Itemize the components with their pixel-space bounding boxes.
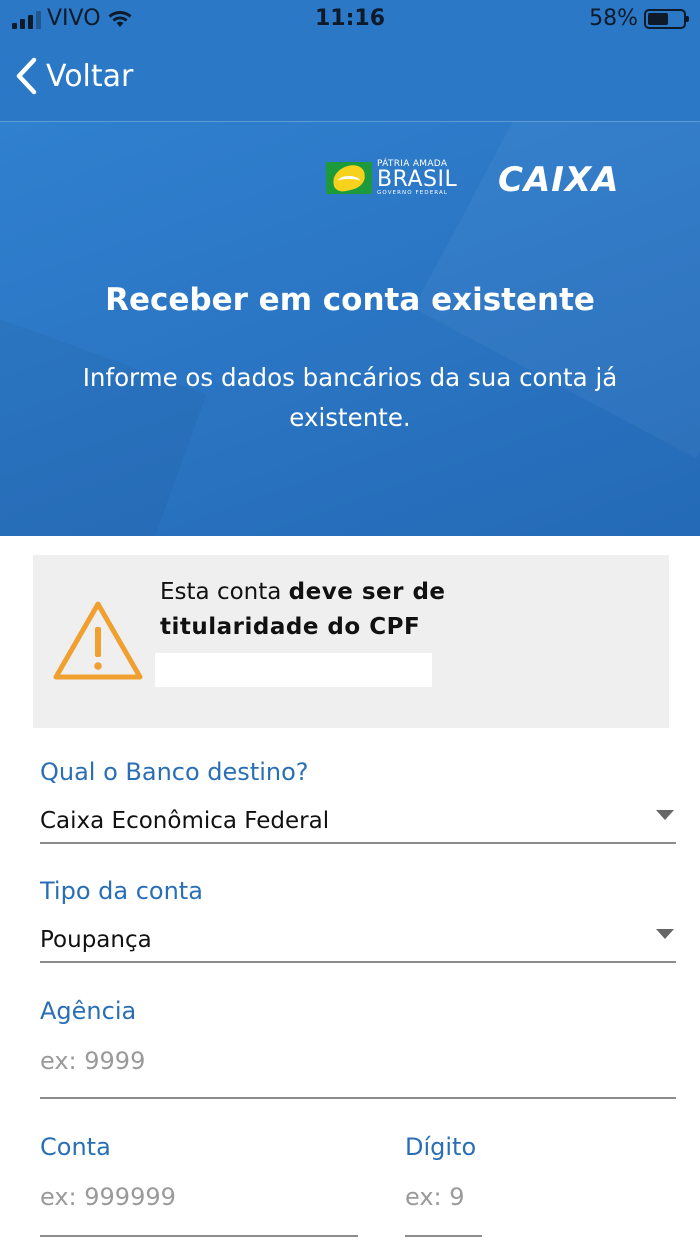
account-type-label: Tipo da conta (40, 877, 203, 905)
nav-bar: Voltar (0, 40, 700, 122)
account-underline (40, 1235, 358, 1237)
bank-select[interactable]: Qual o Banco destino? Caixa Econômica Fe… (40, 758, 676, 846)
warning-message: Esta conta deve ser de titularidade do C… (160, 575, 490, 645)
status-right: 58% (589, 6, 689, 31)
digit-field[interactable]: Dígito ex: 9 (405, 1133, 495, 1239)
agency-field[interactable]: Agência ex: 9999 (40, 997, 676, 1101)
brazil-flag-icon (326, 162, 372, 195)
chevron-left-icon (16, 57, 37, 95)
bank-underline (40, 842, 676, 844)
account-input[interactable]: ex: 999999 (40, 1183, 176, 1211)
hero-banner: PÁTRIA AMADA BRASIL GOVERNO FEDERAL CAIX… (0, 122, 700, 536)
warning-box: Esta conta deve ser de titularidade do C… (33, 555, 669, 728)
governo-federal-logo: PÁTRIA AMADA BRASIL GOVERNO FEDERAL (326, 160, 457, 197)
page-title: Receber em conta existente (105, 282, 595, 318)
account-type-value: Poupança (40, 927, 152, 953)
account-type-underline (40, 961, 676, 963)
chevron-down-icon (656, 929, 674, 939)
gov-logo-text: PÁTRIA AMADA BRASIL GOVERNO FEDERAL (377, 160, 457, 197)
battery-percent: 58% (589, 6, 638, 31)
chevron-down-icon (656, 810, 674, 820)
account-label: Conta (40, 1133, 111, 1161)
back-button[interactable]: Voltar (14, 56, 133, 96)
agency-input[interactable]: ex: 9999 (40, 1047, 145, 1075)
digit-input[interactable]: ex: 9 (405, 1183, 465, 1211)
warning-text-regular: Esta conta (160, 579, 289, 605)
agency-underline (40, 1097, 676, 1099)
gov-logo-line3: GOVERNO FEDERAL (377, 190, 449, 196)
digit-label: Dígito (405, 1133, 477, 1161)
bank-label: Qual o Banco destino? (40, 758, 309, 786)
back-label: Voltar (46, 58, 134, 94)
page-subtitle: Informe os dados bancários da sua conta … (82, 363, 618, 432)
bank-value: Caixa Econômica Federal (40, 808, 330, 834)
digit-underline (405, 1235, 482, 1237)
warning-triangle-icon (53, 601, 143, 680)
status-bar: VIVO 11:16 58% (0, 0, 700, 40)
agency-label: Agência (40, 997, 137, 1025)
account-type-select[interactable]: Tipo da conta Poupança (40, 877, 676, 965)
battery-fill (648, 12, 668, 25)
cpf-value-field (155, 653, 432, 687)
logos-row: PÁTRIA AMADA BRASIL GOVERNO FEDERAL CAIX… (326, 160, 646, 204)
battery-icon (644, 8, 689, 29)
gov-logo-line2: BRASIL (377, 167, 458, 192)
account-field[interactable]: Conta ex: 999999 (40, 1133, 360, 1239)
caixa-logo: CAIXA (498, 160, 620, 200)
